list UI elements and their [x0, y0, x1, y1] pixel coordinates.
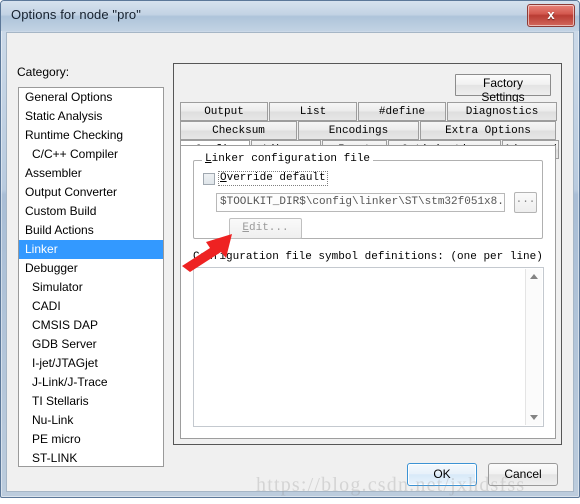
- config-tab-page: Linker configuration file Override defau…: [180, 145, 556, 439]
- symdef-accel: C: [193, 251, 200, 263]
- override-rest: verride default: [226, 172, 326, 184]
- sidebar-item-c-c-compiler[interactable]: C/C++ Compiler: [19, 145, 163, 164]
- sidebar-item-output-converter[interactable]: Output Converter: [19, 183, 163, 202]
- group-title-rest: inker configuration file: [211, 153, 371, 165]
- sidebar-item-custom-build[interactable]: Custom Build: [19, 202, 163, 221]
- sidebar-item-general-options[interactable]: General Options: [19, 88, 163, 107]
- tab-diagnostics[interactable]: Diagnostics: [447, 102, 557, 121]
- scroll-up-icon[interactable]: [526, 269, 542, 284]
- category-list[interactable]: General Options Static Analysis Runtime Ch…: [18, 87, 164, 467]
- symbol-definitions-label: Configuration file symbol definitions: (…: [193, 251, 543, 263]
- override-default-checkbox[interactable]: Override default: [203, 171, 328, 186]
- sidebar-item-i-jet-jtagjet[interactable]: I-jet/JTAGjet: [19, 354, 163, 373]
- screenshot-root: Options for node "pro" x Category: Gener…: [0, 0, 580, 504]
- browse-button[interactable]: ...: [514, 192, 537, 213]
- tab-list[interactable]: List: [269, 102, 357, 121]
- tab-output[interactable]: Output: [180, 102, 268, 121]
- window-title: Options for node "pro": [11, 7, 141, 22]
- group-title: Linker configuration file: [202, 153, 374, 165]
- edit-rest: dit...: [249, 222, 289, 234]
- sidebar-item-simulator[interactable]: Simulator: [19, 278, 163, 297]
- edit-button[interactable]: Edit...: [229, 218, 302, 239]
- override-accel: O: [220, 172, 227, 184]
- sidebar-item-cmsis-dap[interactable]: CMSIS DAP: [19, 316, 163, 335]
- scroll-down-icon[interactable]: [526, 410, 542, 425]
- sidebar-item-gdb-server[interactable]: GDB Server: [19, 335, 163, 354]
- title-bar[interactable]: Options for node "pro" x: [1, 1, 579, 31]
- override-default-label: Override default: [218, 171, 328, 186]
- symdef-rest: onfiguration file symbol definitions: (o…: [199, 251, 543, 263]
- edit-accel: E: [242, 222, 249, 234]
- category-label: Category:: [17, 65, 70, 79]
- sidebar-item-runtime-checking[interactable]: Runtime Checking: [19, 126, 163, 145]
- linker-configuration-file-group: Linker configuration file Override defau…: [193, 153, 543, 239]
- watermark-text: https://blog.csdn.net/jxhdsfss: [256, 474, 526, 496]
- tab-checksum[interactable]: Checksum: [180, 121, 297, 140]
- group-title-accel: L: [205, 153, 212, 165]
- options-panel: Factory Settings Output List #define Diagno…: [173, 63, 562, 445]
- symbol-definitions-textarea[interactable]: [193, 267, 544, 427]
- factory-settings-button[interactable]: Factory Settings: [455, 74, 551, 104]
- options-dialog-window: Options for node "pro" x Category: Gener…: [0, 0, 580, 498]
- sidebar-item-j-link-j-trace[interactable]: J-Link/J-Trace: [19, 373, 163, 392]
- tab-row-1: Output List #define Diagnostics: [180, 102, 558, 121]
- sidebar-item-cadi[interactable]: CADI: [19, 297, 163, 316]
- tab-define[interactable]: #define: [358, 102, 446, 121]
- linker-config-path-input[interactable]: $TOOLKIT_DIR$\config\linker\ST\stm32f051…: [216, 193, 505, 212]
- sidebar-item-pe-micro[interactable]: PE micro: [19, 430, 163, 449]
- sidebar-item-st-link[interactable]: ST-LINK: [19, 449, 163, 466]
- sidebar-item-static-analysis[interactable]: Static Analysis: [19, 107, 163, 126]
- textarea-scrollbar[interactable]: [525, 269, 542, 425]
- close-icon[interactable]: x: [527, 4, 575, 27]
- sidebar-item-assembler[interactable]: Assembler: [19, 164, 163, 183]
- sidebar-item-debugger[interactable]: Debugger: [19, 259, 163, 278]
- sidebar-item-nu-link[interactable]: Nu-Link: [19, 411, 163, 430]
- sidebar-item-build-actions[interactable]: Build Actions: [19, 221, 163, 240]
- tab-row-2: Checksum Encodings Extra Options: [180, 121, 557, 140]
- checkbox-box[interactable]: [203, 172, 215, 185]
- sidebar-item-ti-stellaris[interactable]: TI Stellaris: [19, 392, 163, 411]
- tab-encodings[interactable]: Encodings: [298, 121, 419, 140]
- sidebar-item-linker[interactable]: Linker: [19, 240, 163, 259]
- tab-extra-options[interactable]: Extra Options: [420, 121, 556, 140]
